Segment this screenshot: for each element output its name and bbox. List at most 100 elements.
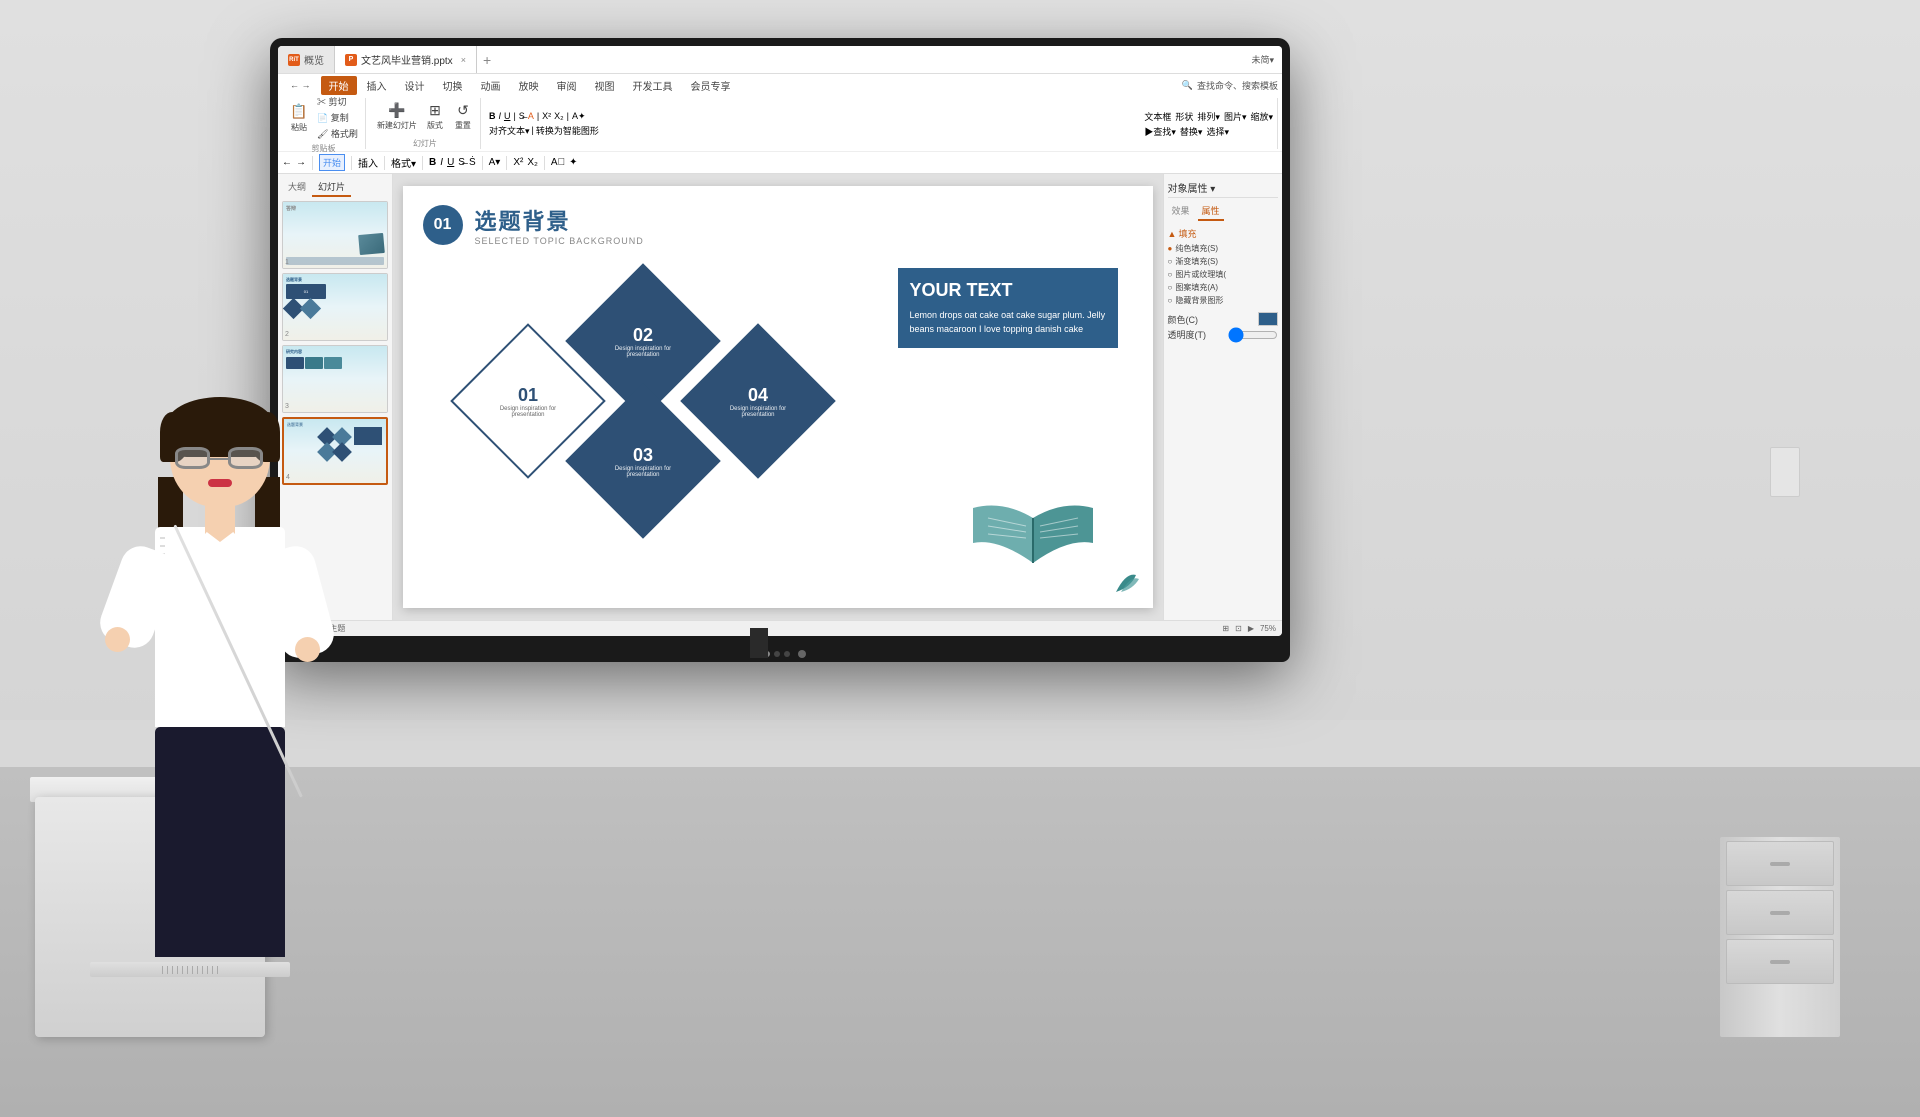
ribbon-content: 📋 粘贴 ✂ 剪切 📄 复制 🖌 格式刷 剪贴板 [278, 96, 1282, 151]
fill-option-solid[interactable]: ● 纯色填充(S) [1168, 243, 1278, 254]
cabinet-handle-3 [1770, 960, 1790, 964]
diamond-02-num: 02 [633, 325, 653, 346]
diamond-02-line2: presentation [626, 352, 659, 358]
shape-button[interactable]: 形状 [1175, 110, 1193, 123]
ribbon-tab-developer[interactable]: 开发工具 [625, 76, 681, 95]
ribbon-tab-start[interactable]: 开始 [321, 76, 357, 95]
font-underline-small[interactable]: U [447, 157, 454, 168]
monitor-center-indicator [798, 650, 806, 658]
convert-smartart-button[interactable]: 转换为智能图形 [536, 124, 599, 137]
cabinet [1720, 837, 1840, 1037]
view-normal[interactable]: ⊞ [1222, 624, 1229, 633]
superscript-button[interactable]: X² [542, 111, 551, 121]
font-strikethrough-small[interactable]: S̶ [458, 157, 465, 168]
tab-close-button[interactable]: × [461, 55, 466, 65]
diamond-03[interactable]: 03 Design inspiration for presentation [565, 383, 721, 539]
panel-tab-slides[interactable]: 幻灯片 [312, 178, 351, 197]
fill-option-gradient[interactable]: ○ 渐变填充(S) [1168, 256, 1278, 267]
reset-button[interactable]: ↺ 重置 [450, 98, 476, 133]
underline-button[interactable]: U [504, 111, 511, 121]
radio-pattern-icon: ○ [1168, 283, 1173, 292]
ribbon-tab-transition[interactable]: 切换 [435, 76, 471, 95]
status-bar: 幻灯片 4/4 主题 ⊞ ⊡ ▶ 75% [278, 620, 1282, 636]
slide-canvas[interactable]: 01 选题背景 SELECTED TOPIC BACKGROUND [403, 186, 1153, 608]
layout-button[interactable]: ⊞ 版式 [422, 98, 448, 133]
scale-mark [182, 966, 183, 974]
replace-button[interactable]: 替换▾ [1180, 125, 1203, 138]
clipboard-buttons: 📋 粘贴 ✂ 剪切 📄 复制 🖌 格式刷 [286, 94, 361, 141]
ribbon-tab-slideshow[interactable]: 放映 [511, 76, 547, 95]
find-button[interactable]: ▶查找▾ [1144, 125, 1176, 138]
ribbon-tab-view[interactable]: 视图 [587, 76, 623, 95]
clipboard-label: 剪贴板 [311, 143, 335, 154]
slides-label: 幻灯片 [413, 138, 437, 149]
fill-option-pattern[interactable]: ○ 图案填充(A) [1168, 282, 1278, 293]
ribbon-tab-design[interactable]: 设计 [397, 76, 433, 95]
tab-current-file[interactable]: P 文艺风毕业营销.pptx × [335, 46, 477, 73]
right-panel-tab-property[interactable]: 属性 [1198, 202, 1224, 221]
tab-add-button[interactable]: + [477, 46, 497, 73]
new-slide-button[interactable]: ➕ 新建幻灯片 [374, 98, 420, 133]
font-bold-small[interactable]: B [429, 157, 436, 168]
arrange-button[interactable]: 排列▾ [1197, 110, 1220, 123]
ribbon-tab-member[interactable]: 会员专享 [683, 76, 739, 95]
fill-option-picture[interactable]: ○ 图片或纹理填( [1168, 269, 1278, 280]
view-reading[interactable]: ⊡ [1235, 624, 1242, 633]
tab-overview[interactable]: RiT 概览 [278, 46, 335, 73]
format-painter-button[interactable]: 🖌 格式刷 [314, 126, 361, 141]
ribbon-tab-insert[interactable]: 插入 [359, 76, 395, 95]
bold-button[interactable]: B [489, 111, 496, 121]
font-color-A-small[interactable]: A▾ [489, 157, 501, 168]
text-box-button[interactable]: 文本框 [1144, 110, 1171, 123]
slide-thumb-2[interactable]: 选题背景 01 2 [282, 273, 388, 341]
italic-button[interactable]: I [498, 111, 501, 121]
right-panel-tab-effect[interactable]: 效果 [1168, 202, 1194, 221]
view-slideshow[interactable]: ▶ [1248, 624, 1254, 633]
opacity-slider[interactable] [1228, 329, 1278, 341]
font-color-button[interactable]: A [528, 111, 534, 121]
insert-menu-small[interactable]: 插入 [358, 155, 378, 170]
color-picker[interactable] [1258, 312, 1278, 326]
copy-button[interactable]: 📄 复制 [314, 110, 361, 125]
radio-solid-icon: ● [1168, 244, 1173, 253]
ribbon-tab-review[interactable]: 审阅 [549, 76, 585, 95]
strikethrough-button[interactable]: S̶ [519, 111, 525, 121]
ribbon-tab-animation[interactable]: 动画 [473, 76, 509, 95]
select-button[interactable]: 选择▾ [1206, 125, 1229, 138]
slide-thumb-1[interactable]: 答辩 1 [282, 201, 388, 269]
text-effects-button[interactable]: A✦ [572, 111, 586, 122]
fill-option-hide-bg[interactable]: ○ 隐藏背景图形 [1168, 295, 1278, 306]
fill-hide-bg-label: 隐藏背景图形 [1175, 295, 1223, 306]
reduce-button[interactable]: 缩放▾ [1250, 110, 1273, 123]
panel-tab-outline[interactable]: 大纲 [282, 178, 312, 197]
format-menu-small[interactable]: 格式▾ [391, 155, 416, 170]
cut-button[interactable]: ✂ 剪切 [314, 94, 361, 109]
scale-mark [207, 966, 208, 974]
picture-button[interactable]: 图片▾ [1224, 110, 1247, 123]
font-italic-small[interactable]: I [440, 157, 443, 168]
superscript-small[interactable]: X² [513, 157, 523, 168]
subscript-button[interactable]: X₂ [554, 111, 564, 121]
slides-buttons: ➕ 新建幻灯片 ⊞ 版式 ↺ 重置 [374, 98, 476, 133]
tab-filename: 文艺风毕业营销.pptx [361, 52, 453, 67]
ribbon-tab-undo[interactable]: ← → [282, 78, 319, 92]
text-box-your-text[interactable]: YOUR TEXT Lemon drops oat cake oat cake … [898, 268, 1118, 348]
diamond-04-num: 04 [748, 385, 768, 406]
font-shadow-small[interactable]: Ṡ [469, 157, 476, 168]
ppt-icon-active: P [345, 54, 357, 66]
quick-access-forward[interactable]: → [296, 157, 306, 168]
cabinet-drawer-2 [1726, 890, 1834, 935]
subscript-small[interactable]: X₂ [527, 157, 538, 168]
align-objects-button[interactable]: 对齐文本▾ [489, 124, 530, 137]
fill-gradient-label: 渐变填充(S) [1175, 256, 1218, 267]
text-effects-small[interactable]: ✦ [569, 157, 577, 168]
quick-access-back[interactable]: ← [282, 157, 292, 168]
wall-panel [1770, 447, 1800, 497]
leaf-decoration [1111, 567, 1141, 600]
slide-header: 01 选题背景 SELECTED TOPIC BACKGROUND [423, 204, 644, 246]
format-painter-small[interactable]: 开始 [319, 154, 345, 171]
tab-overview-label: 概览 [304, 52, 324, 67]
paste-button[interactable]: 📋 粘贴 [286, 100, 312, 135]
clear-format-small[interactable]: A⃝ [551, 157, 565, 168]
monitor-led-4 [784, 651, 790, 657]
